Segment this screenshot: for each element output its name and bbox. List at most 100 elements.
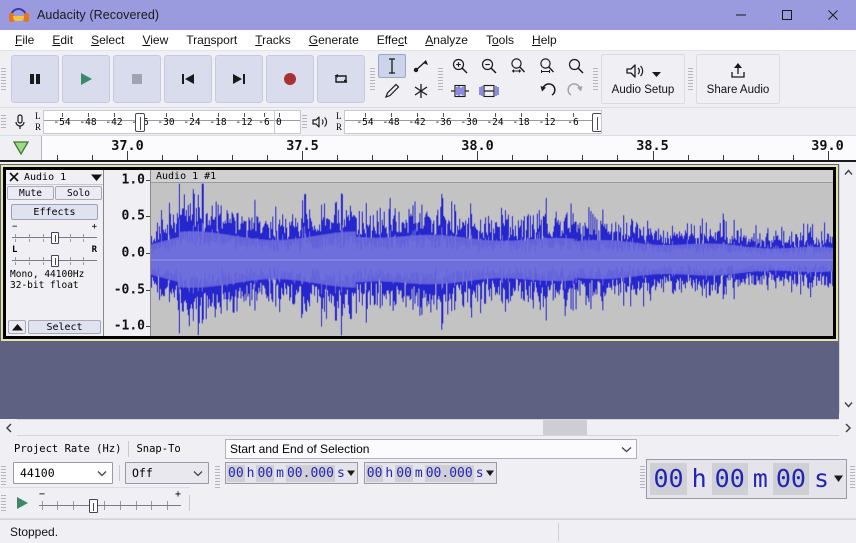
horizontal-scrollbar-thumb[interactable] (543, 420, 588, 435)
chevron-right-icon[interactable] (839, 419, 856, 436)
selection-mode-dropdown[interactable]: Start and End of Selection (225, 439, 638, 459)
clip-title-bar[interactable]: Audio 1 #1 (151, 170, 833, 183)
fit-project-button[interactable] (533, 54, 561, 78)
spinner-down-icon[interactable] (347, 470, 356, 476)
maximize-icon[interactable] (764, 0, 810, 30)
trim-audio-button[interactable] (446, 79, 474, 103)
timeline-ruler-body[interactable]: 37.0 37.5 38.0 38.5 39.0 39.5 (42, 136, 856, 160)
play-button[interactable] (62, 55, 110, 103)
loop-button[interactable] (317, 55, 365, 103)
chevron-down-icon[interactable] (621, 442, 632, 456)
start-hours[interactable]: 00 (227, 464, 245, 482)
audio-setup-button[interactable]: Audio Setup (601, 54, 685, 104)
selection-end-time[interactable]: 00 h 00 m 00.000 s (363, 462, 497, 484)
playback-meter-toolbar[interactable]: L R -54 -48 -42 -36 -30 -24 -18 -12 -6 0 (308, 108, 603, 135)
zoom-out-button[interactable] (475, 54, 503, 78)
time-selection-grip[interactable] (214, 436, 221, 518)
horizontal-scrollbar[interactable] (0, 419, 856, 436)
audio-setup-toolbar-grip[interactable] (592, 51, 599, 107)
start-seconds[interactable]: 00.000 (285, 464, 335, 482)
horizontal-scrollbar-trough[interactable] (17, 419, 839, 436)
playback-meter-scale[interactable]: -54 -48 -42 -36 -30 -24 -18 -12 -6 0 (344, 109, 603, 134)
chevron-down-icon[interactable] (94, 470, 110, 477)
menu-file[interactable]: File (6, 30, 43, 50)
zoom-toggle-button[interactable] (562, 54, 590, 78)
menu-tools[interactable]: Tools (477, 30, 523, 50)
effects-button[interactable]: Effects (11, 204, 98, 220)
audio-position-time[interactable]: 00 h 00 m 00 s (646, 458, 847, 499)
menu-edit[interactable]: Edit (43, 30, 82, 50)
playback-meter-grip[interactable] (301, 108, 309, 135)
caret-up-icon[interactable] (8, 320, 26, 334)
multi-tool[interactable] (407, 79, 435, 103)
menu-tracks[interactable]: Tracks (246, 30, 300, 50)
timeline-ruler[interactable]: 37.0 37.5 38.0 38.5 39.0 39.5 (0, 136, 856, 162)
snap-to-combobox[interactable]: Off (125, 462, 209, 484)
end-hours[interactable]: 00 (365, 464, 384, 482)
position-seconds[interactable]: 00 (772, 462, 809, 495)
play-at-speed-grip[interactable] (0, 489, 7, 517)
project-rate-combobox[interactable]: 44100 (13, 462, 113, 484)
audio-position-grip[interactable] (639, 436, 647, 518)
gain-slider[interactable]: − + (6, 222, 103, 244)
chevron-down-icon[interactable] (840, 396, 856, 413)
track-name-label[interactable]: Audio 1 (21, 172, 89, 183)
bottom-dock-end-grip[interactable] (849, 436, 856, 518)
menu-help[interactable]: Help (523, 30, 566, 50)
pinned-play-head-button[interactable] (0, 136, 42, 160)
play-at-speed-button[interactable] (7, 489, 37, 517)
chevron-up-icon[interactable] (840, 164, 856, 181)
recording-meter-grip[interactable] (0, 108, 7, 135)
position-hours[interactable]: 00 (650, 462, 687, 495)
end-minutes[interactable]: 00 (395, 464, 413, 482)
menu-analyze[interactable]: Analyze (416, 30, 477, 50)
recording-volume-slider[interactable] (135, 112, 146, 132)
recording-meter-toolbar[interactable]: L R -54 -48 -42 -36 -30 -24 -18 -12 -6 0 (7, 108, 302, 135)
skip-to-start-button[interactable] (164, 55, 212, 103)
minimize-icon[interactable] (718, 0, 764, 30)
envelope-tool[interactable] (407, 54, 435, 78)
position-minutes[interactable]: 00 (711, 462, 748, 495)
playback-volume-slider[interactable] (592, 112, 602, 132)
share-audio-toolbar-grip[interactable] (687, 51, 694, 107)
chevron-down-icon[interactable] (190, 470, 206, 477)
vertical-scrollbar[interactable] (839, 164, 856, 413)
chevron-down-icon[interactable] (89, 174, 103, 181)
end-seconds[interactable]: 00.000 (424, 464, 474, 482)
menu-view[interactable]: View (133, 30, 177, 50)
close-icon[interactable] (810, 0, 856, 30)
menu-effect[interactable]: Effect (368, 30, 416, 50)
menu-transport[interactable]: Transport (177, 30, 246, 50)
draw-tool[interactable] (378, 79, 406, 103)
silence-audio-button[interactable] (475, 79, 503, 103)
menu-generate[interactable]: Generate (300, 30, 368, 50)
menu-select[interactable]: Select (82, 30, 133, 50)
zoom-in-button[interactable] (446, 54, 474, 78)
tools-toolbar-grip[interactable] (369, 51, 376, 107)
pause-button[interactable] (11, 55, 59, 103)
spinner-down-icon[interactable] (834, 475, 843, 482)
fit-selection-button[interactable] (504, 54, 532, 78)
selection-start-time[interactable]: 00 h 00 m 00.000 s (225, 462, 358, 484)
playback-speed-slider[interactable]: − + (39, 490, 181, 516)
spinner-down-icon[interactable] (486, 470, 495, 476)
recording-meter-scale[interactable]: -54 -48 -42 -36 -30 -24 -18 -12 -6 (43, 109, 276, 134)
record-button[interactable] (266, 55, 314, 103)
waveform-canvas[interactable] (151, 183, 833, 336)
waveform-area[interactable]: Audio 1 #1 (151, 170, 833, 336)
pan-slider-thumb[interactable] (50, 255, 59, 267)
skip-to-end-button[interactable] (215, 55, 263, 103)
vertical-scrollbar-trough[interactable] (840, 181, 856, 396)
chevron-left-icon[interactable] (0, 419, 17, 436)
share-audio-button[interactable]: Share Audio (696, 54, 780, 104)
start-minutes[interactable]: 00 (256, 464, 275, 482)
close-icon[interactable] (6, 170, 21, 184)
pan-slider[interactable]: L R (6, 243, 103, 267)
transport-toolbar-grip[interactable] (0, 51, 7, 107)
solo-button[interactable]: Solo (55, 186, 102, 200)
selection-tool[interactable] (378, 54, 406, 78)
stop-button[interactable] (113, 55, 161, 103)
mute-button[interactable]: Mute (7, 186, 54, 200)
playback-speed-thumb[interactable] (88, 499, 98, 513)
undo-button[interactable] (533, 79, 561, 103)
